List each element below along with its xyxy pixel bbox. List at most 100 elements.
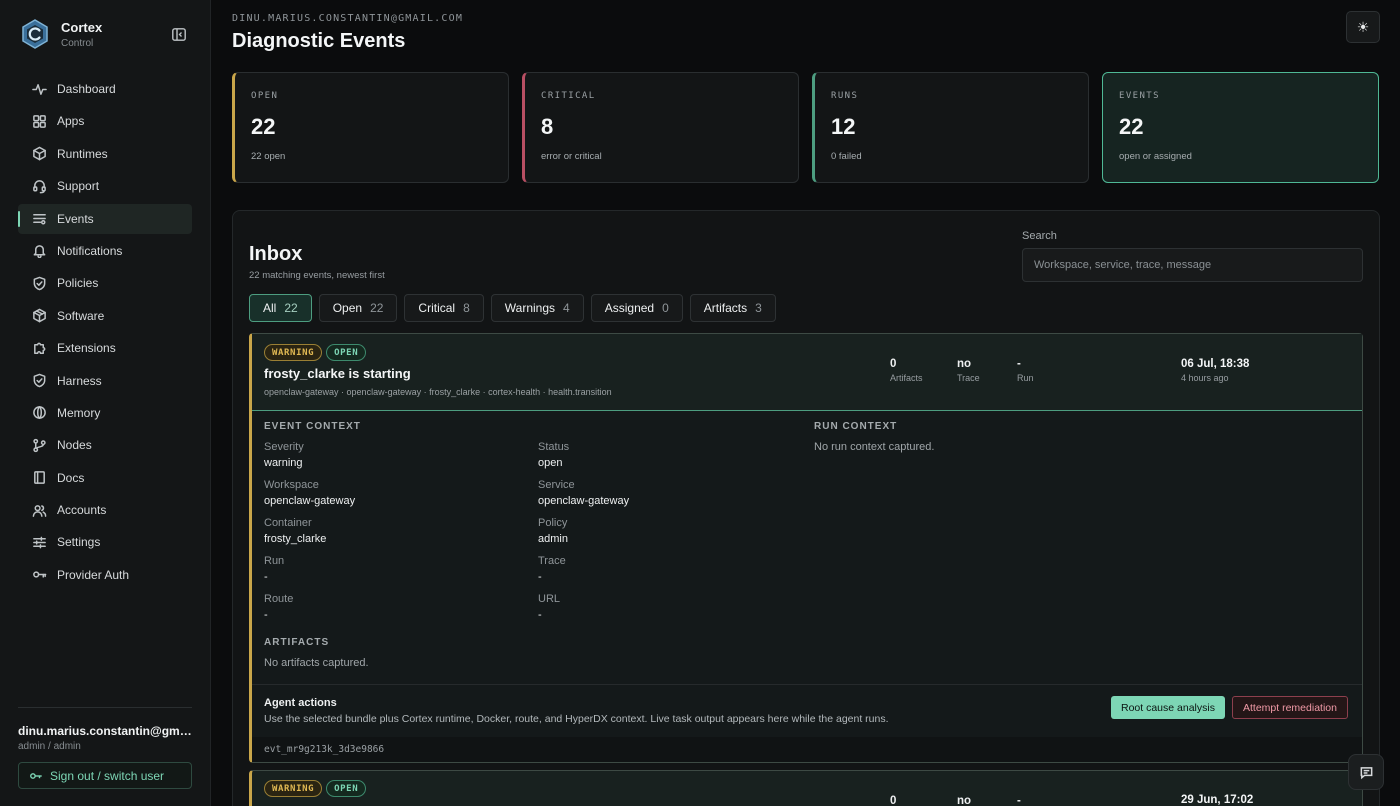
page-title: Diagnostic Events: [232, 30, 406, 52]
shield-check-icon: [32, 276, 47, 291]
event-run-value: -: [1017, 795, 1021, 806]
shield-icon: [32, 373, 47, 388]
field-value: admin: [538, 533, 568, 545]
field-value: -: [264, 609, 268, 621]
agent-actions-title: Agent actions: [264, 697, 337, 709]
bell-icon: [32, 243, 47, 259]
severity-badge: WARNING: [264, 344, 323, 361]
git-branch-icon: [32, 438, 47, 453]
sidebar-item-accounts[interactable]: Accounts: [18, 495, 192, 525]
book-icon: [32, 470, 47, 485]
field-status: Status open: [538, 441, 798, 469]
agent-actions-description: Use the selected bundle plus Cortex runt…: [264, 713, 889, 725]
key-icon: [30, 772, 42, 779]
key-icon: [32, 567, 47, 582]
signout-button[interactable]: Sign out / switch user: [18, 762, 192, 789]
filter-artifacts[interactable]: Artifacts 3: [689, 294, 776, 322]
sidebar: Cortex Control Dashboard Apps Runtimes S…: [0, 0, 211, 806]
filter-label: Assigned: [604, 301, 655, 315]
field-key: Policy: [538, 517, 568, 529]
sidebar-item-memory[interactable]: Memory: [18, 398, 192, 428]
stat-subtext: error or critical: [541, 151, 602, 162]
metric-label: Trace: [957, 373, 980, 383]
sidebar-item-label: Settings: [57, 535, 101, 550]
filter-critical[interactable]: Critical 8: [404, 294, 484, 322]
filter-assigned[interactable]: Assigned 0: [590, 294, 683, 322]
filter-count: 4: [563, 301, 570, 315]
field-key: Trace: [538, 555, 566, 567]
sidebar-item-docs[interactable]: Docs: [18, 463, 192, 493]
chat-button[interactable]: [1348, 754, 1384, 790]
filter-all[interactable]: All 22: [249, 294, 312, 322]
search-input[interactable]: [1022, 248, 1363, 282]
root-cause-analysis-button[interactable]: Root cause analysis: [1111, 696, 1225, 719]
support-icon: [32, 179, 47, 194]
event-path: openclaw-gateway · openclaw-gateway · fr…: [264, 387, 612, 397]
filter-warnings[interactable]: Warnings 4: [490, 294, 584, 322]
brand[interactable]: Cortex Control: [22, 19, 102, 49]
stat-value: 22: [1119, 114, 1144, 139]
filter-count: 3: [755, 301, 762, 315]
cortex-logo-icon: [22, 19, 48, 49]
sidebar-item-events[interactable]: Events: [18, 203, 192, 234]
stat-value: 12: [831, 114, 856, 139]
sidebar-item-label: Events: [57, 211, 94, 226]
metric-value: -: [1017, 358, 1021, 370]
sidebar-item-policies[interactable]: Policies: [18, 268, 192, 298]
search-label: Search: [1022, 230, 1057, 242]
field-value: -: [264, 571, 268, 583]
artifacts-empty: No artifacts captured.: [264, 657, 369, 669]
sidebar-item-software[interactable]: Software: [18, 301, 192, 331]
sidebar-item-support[interactable]: Support: [18, 171, 192, 201]
sidebar-item-extensions[interactable]: Extensions: [18, 333, 192, 363]
attempt-remediation-button[interactable]: Attempt remediation: [1232, 696, 1348, 719]
filter-label: All: [263, 301, 277, 315]
sidebar-item-harness[interactable]: Harness: [18, 366, 192, 396]
sidebar-item-settings[interactable]: Settings: [18, 527, 192, 557]
stat-label: CRITICAL: [541, 91, 596, 101]
sliders-icon: [32, 211, 47, 226]
field-service: Service openclaw-gateway: [538, 479, 798, 507]
stat-card-open[interactable]: OPEN 22 22 open: [232, 72, 509, 183]
sidebar-item-dashboard[interactable]: Dashboard: [18, 74, 192, 104]
event-timestamp: 29 Jun, 17:02: [1181, 794, 1254, 806]
signout-label: Sign out / switch user: [50, 768, 165, 783]
stat-card-events[interactable]: EVENTS 22 open or assigned: [1102, 72, 1379, 183]
cube-icon: [32, 146, 47, 161]
filter-open[interactable]: Open 22: [318, 294, 398, 322]
collapse-sidebar-icon[interactable]: [172, 28, 186, 41]
sidebar-item-runtimes[interactable]: Runtimes: [18, 139, 192, 169]
event-artifacts-value: 0: [890, 795, 897, 806]
sidebar-item-label: Memory: [57, 405, 101, 420]
activity-icon: [32, 82, 47, 97]
event-relative-time: 4 hours ago: [1181, 373, 1229, 383]
theme-toggle-button[interactable]: ☀: [1346, 11, 1380, 43]
users-icon: [32, 503, 47, 518]
field-key: URL: [538, 593, 561, 605]
field-workspace: Workspace openclaw-gateway: [264, 479, 524, 507]
event-card: WARNING OPEN frosty_clarke is starting o…: [249, 333, 1363, 763]
brand-subtitle: Control: [61, 37, 94, 49]
event-header[interactable]: WARNING OPEN frosty_clarke is starting o…: [252, 334, 1362, 411]
field-container: Container frosty_clarke: [264, 517, 524, 545]
field-severity: Severity warning: [264, 441, 524, 469]
sidebar-item-label: Docs: [57, 470, 85, 485]
event-card[interactable]: WARNING OPEN 0 no - 29 Jun, 17:02: [249, 770, 1363, 806]
field-route: Route -: [264, 593, 524, 621]
stat-card-critical[interactable]: CRITICAL 8 error or critical: [522, 72, 799, 183]
field-value: frosty_clarke: [264, 533, 327, 545]
stat-subtext: open or assigned: [1119, 151, 1192, 162]
sidebar-item-apps[interactable]: Apps: [18, 106, 192, 136]
metric-label: Run: [1017, 373, 1034, 383]
sidebar-item-provider-auth[interactable]: Provider Auth: [18, 560, 192, 590]
sidebar-item-nodes[interactable]: Nodes: [18, 430, 192, 460]
severity-badge: WARNING: [264, 780, 323, 797]
status-badge: OPEN: [326, 780, 367, 797]
sidebar-item-label: Extensions: [57, 341, 116, 356]
field-key: Service: [538, 479, 575, 491]
stat-card-runs[interactable]: RUNS 12 0 failed: [812, 72, 1089, 183]
stat-subtext: 22 open: [251, 151, 286, 162]
sidebar-nav: Dashboard Apps Runtimes Support Events N…: [18, 74, 192, 592]
agent-actions: Agent actions Use the selected bundle pl…: [252, 684, 1362, 762]
sidebar-item-notifications[interactable]: Notifications: [18, 236, 192, 266]
